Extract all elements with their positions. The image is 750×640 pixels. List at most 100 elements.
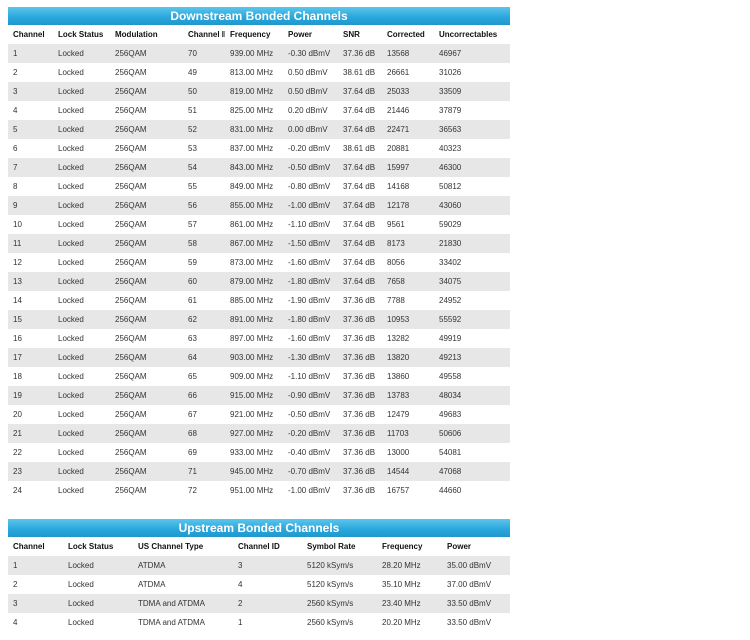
table-cell: 16757 bbox=[382, 481, 434, 500]
table-cell: 24952 bbox=[434, 291, 510, 310]
table-cell: Locked bbox=[53, 329, 110, 348]
table-cell: 44660 bbox=[434, 481, 510, 500]
table-row: 6 Locked 256QAM 53 837.00 MHz -0.20 dBmV 38.61… bbox=[8, 139, 510, 158]
table-cell: Locked bbox=[53, 348, 110, 367]
table-cell: Locked bbox=[53, 82, 110, 101]
table-cell: 3 bbox=[8, 594, 63, 613]
table-cell: 43060 bbox=[434, 196, 510, 215]
table-cell: 54081 bbox=[434, 443, 510, 462]
table-cell: TDMA and ATDMA bbox=[133, 613, 233, 632]
table-cell: 54 bbox=[183, 158, 225, 177]
downstream-title: Downstream Bonded Channels bbox=[8, 7, 510, 25]
table-cell: 256QAM bbox=[110, 82, 183, 101]
upstream-col-header: Channel ID bbox=[233, 537, 302, 556]
table-cell: 37.36 dB bbox=[338, 481, 382, 500]
table-cell: Locked bbox=[53, 177, 110, 196]
table-cell: 23.40 MHz bbox=[377, 594, 442, 613]
table-cell: 38.61 dB bbox=[338, 63, 382, 82]
table-cell: 837.00 MHz bbox=[225, 139, 283, 158]
table-cell: 0.50 dBmV bbox=[283, 82, 338, 101]
table-cell: 256QAM bbox=[110, 310, 183, 329]
table-cell: 59029 bbox=[434, 215, 510, 234]
table-cell: 20 bbox=[8, 405, 53, 424]
upstream-col-header: Lock Status bbox=[63, 537, 133, 556]
table-cell: 34075 bbox=[434, 272, 510, 291]
upstream-col-header: Frequency bbox=[377, 537, 442, 556]
downstream-table: ChannelLock StatusModulationChannel IDFr… bbox=[8, 25, 510, 500]
table-cell: Locked bbox=[53, 424, 110, 443]
table-cell: 2 bbox=[8, 575, 63, 594]
table-cell: 57 bbox=[183, 215, 225, 234]
table-cell: 256QAM bbox=[110, 291, 183, 310]
table-cell: 6 bbox=[8, 139, 53, 158]
table-cell: 35.10 MHz bbox=[377, 575, 442, 594]
table-cell: 855.00 MHz bbox=[225, 196, 283, 215]
table-cell: 819.00 MHz bbox=[225, 82, 283, 101]
table-cell: 933.00 MHz bbox=[225, 443, 283, 462]
table-cell: 25033 bbox=[382, 82, 434, 101]
table-row: 1 Locked 256QAM 70 939.00 MHz -0.30 dBmV 37.36… bbox=[8, 44, 510, 63]
table-row: 1 Locked ATDMA 3 5120 kSym/s 28.20 MHz 35.00 d… bbox=[8, 556, 510, 575]
upstream-col-header: Channel bbox=[8, 537, 63, 556]
table-cell: 68 bbox=[183, 424, 225, 443]
table-cell: 64 bbox=[183, 348, 225, 367]
table-cell: 256QAM bbox=[110, 234, 183, 253]
upstream-panel: Upstream Bonded Channels Channel Lock Sta… bbox=[8, 519, 510, 632]
table-cell: 13783 bbox=[382, 386, 434, 405]
downstream-col-header: Corrected bbox=[382, 25, 434, 44]
table-cell: 12178 bbox=[382, 196, 434, 215]
upstream-header-row: Channel Lock Status US Channel Type Channel… bbox=[8, 537, 510, 556]
table-cell: 3 bbox=[8, 82, 53, 101]
table-cell: 11 bbox=[8, 234, 53, 253]
table-cell: 37.36 dB bbox=[338, 44, 382, 63]
table-cell: 256QAM bbox=[110, 329, 183, 348]
table-cell: 927.00 MHz bbox=[225, 424, 283, 443]
table-cell: Locked bbox=[53, 139, 110, 158]
table-cell: 8 bbox=[8, 177, 53, 196]
table-row: 3 Locked 256QAM 50 819.00 MHz 0.50 dBmV 37.64 … bbox=[8, 82, 510, 101]
table-cell: 891.00 MHz bbox=[225, 310, 283, 329]
table-cell: 2560 kSym/s bbox=[302, 613, 377, 632]
table-cell: 14 bbox=[8, 291, 53, 310]
table-cell: 256QAM bbox=[110, 272, 183, 291]
table-cell: 36563 bbox=[434, 120, 510, 139]
table-cell: 909.00 MHz bbox=[225, 367, 283, 386]
table-cell: -1.50 dBmV bbox=[283, 234, 338, 253]
table-cell: 256QAM bbox=[110, 405, 183, 424]
table-cell: Locked bbox=[53, 367, 110, 386]
table-cell: 256QAM bbox=[110, 63, 183, 82]
downstream-col-header: Uncorrectables bbox=[434, 25, 510, 44]
table-cell: 14544 bbox=[382, 462, 434, 481]
table-row: 15 Locked 256QAM 62 891.00 MHz -1.80 dBmV 37.3… bbox=[8, 310, 510, 329]
table-cell: 48034 bbox=[434, 386, 510, 405]
table-cell: 37.36 dB bbox=[338, 329, 382, 348]
downstream-col-header: Lock Status bbox=[53, 25, 110, 44]
table-cell: -1.60 dBmV bbox=[283, 253, 338, 272]
table-cell: Locked bbox=[53, 158, 110, 177]
table-cell: 37.36 dB bbox=[338, 291, 382, 310]
table-cell: Locked bbox=[53, 101, 110, 120]
table-cell: 945.00 MHz bbox=[225, 462, 283, 481]
table-cell: 8056 bbox=[382, 253, 434, 272]
table-cell: 12 bbox=[8, 253, 53, 272]
table-cell: 33.50 dBmV bbox=[442, 594, 510, 613]
table-cell: -1.80 dBmV bbox=[283, 272, 338, 291]
table-cell: 11703 bbox=[382, 424, 434, 443]
downstream-panel: Downstream Bonded Channels Channel Lock S… bbox=[8, 7, 510, 500]
table-cell: 4 bbox=[8, 613, 63, 632]
table-cell: 56 bbox=[183, 196, 225, 215]
table-cell: 37.64 dB bbox=[338, 253, 382, 272]
table-cell: 4 bbox=[233, 575, 302, 594]
table-cell: 8173 bbox=[382, 234, 434, 253]
table-cell: 256QAM bbox=[110, 101, 183, 120]
table-cell: Locked bbox=[63, 556, 133, 575]
table-cell: -0.90 dBmV bbox=[283, 386, 338, 405]
table-cell: 0.20 dBmV bbox=[283, 101, 338, 120]
table-cell: 256QAM bbox=[110, 367, 183, 386]
table-cell: 37.36 dB bbox=[338, 424, 382, 443]
table-cell: 12479 bbox=[382, 405, 434, 424]
table-cell: 33509 bbox=[434, 82, 510, 101]
table-cell: Locked bbox=[63, 575, 133, 594]
table-cell: 2 bbox=[8, 63, 53, 82]
table-cell: 17 bbox=[8, 348, 53, 367]
